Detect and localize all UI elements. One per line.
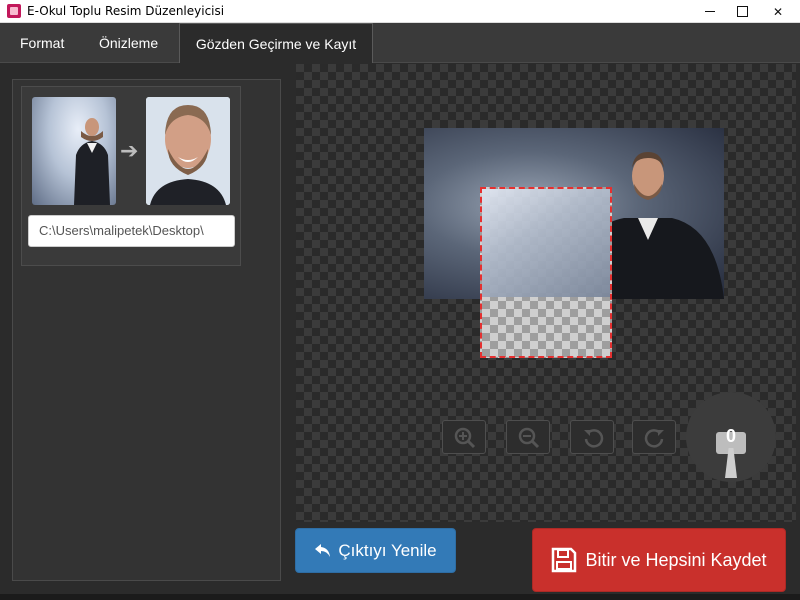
title-bar: E-Okul Toplu Resim Düzenleyicisi ✕ (0, 0, 800, 23)
original-thumbnail[interactable] (32, 97, 116, 205)
zoom-out-button[interactable] (506, 420, 550, 454)
zoom-in-button[interactable] (442, 420, 486, 454)
refresh-output-label: Çıktıyı Yenile (338, 540, 437, 560)
refresh-output-button[interactable]: Çıktıyı Yenile (295, 528, 456, 573)
rotate-left-icon (584, 429, 604, 448)
rotation-dial[interactable]: 0 (686, 392, 776, 482)
file-path-field[interactable]: C:\Users\malipetek\Desktop\ (28, 215, 235, 247)
zoom-in-icon (454, 427, 476, 449)
crop-selection[interactable] (480, 187, 612, 358)
finish-save-all-button[interactable]: Bitir ve Hepsini Kaydet (532, 528, 786, 592)
cropped-thumbnail[interactable] (146, 97, 230, 205)
arrow-right-icon: ➔ (120, 139, 139, 164)
window-title: E-Okul Toplu Resim Düzenleyicisi (27, 4, 225, 18)
rotate-right-button[interactable] (632, 420, 676, 454)
crop-preview (482, 189, 610, 297)
save-floppy-icon (552, 547, 577, 573)
image-list-panel: ➔ C:\Users\malipetek\Desktop\ (12, 79, 281, 581)
rotate-right-icon (644, 429, 664, 448)
close-icon[interactable]: ✕ (760, 0, 796, 23)
tab-format[interactable]: Format (20, 23, 64, 63)
tab-bar: Format Önizleme Gözden Geçirme ve Kayıt (0, 23, 800, 63)
rotate-left-button[interactable] (570, 420, 614, 454)
taskbar-strip (0, 594, 800, 600)
finish-save-all-label: Bitir ve Hepsini Kaydet (585, 549, 767, 570)
minimize-icon[interactable] (692, 0, 728, 23)
editor-canvas[interactable]: 0 (296, 64, 796, 522)
maximize-icon[interactable] (724, 0, 760, 23)
tab-review-save[interactable]: Gözden Geçirme ve Kayıt (179, 23, 373, 63)
reply-arrow-icon (315, 543, 331, 557)
tab-preview[interactable]: Önizleme (99, 23, 158, 63)
zoom-out-icon (518, 427, 540, 449)
app-icon (7, 4, 21, 18)
image-card[interactable]: ➔ C:\Users\malipetek\Desktop\ (21, 86, 241, 266)
rotation-value: 0 (725, 426, 736, 446)
